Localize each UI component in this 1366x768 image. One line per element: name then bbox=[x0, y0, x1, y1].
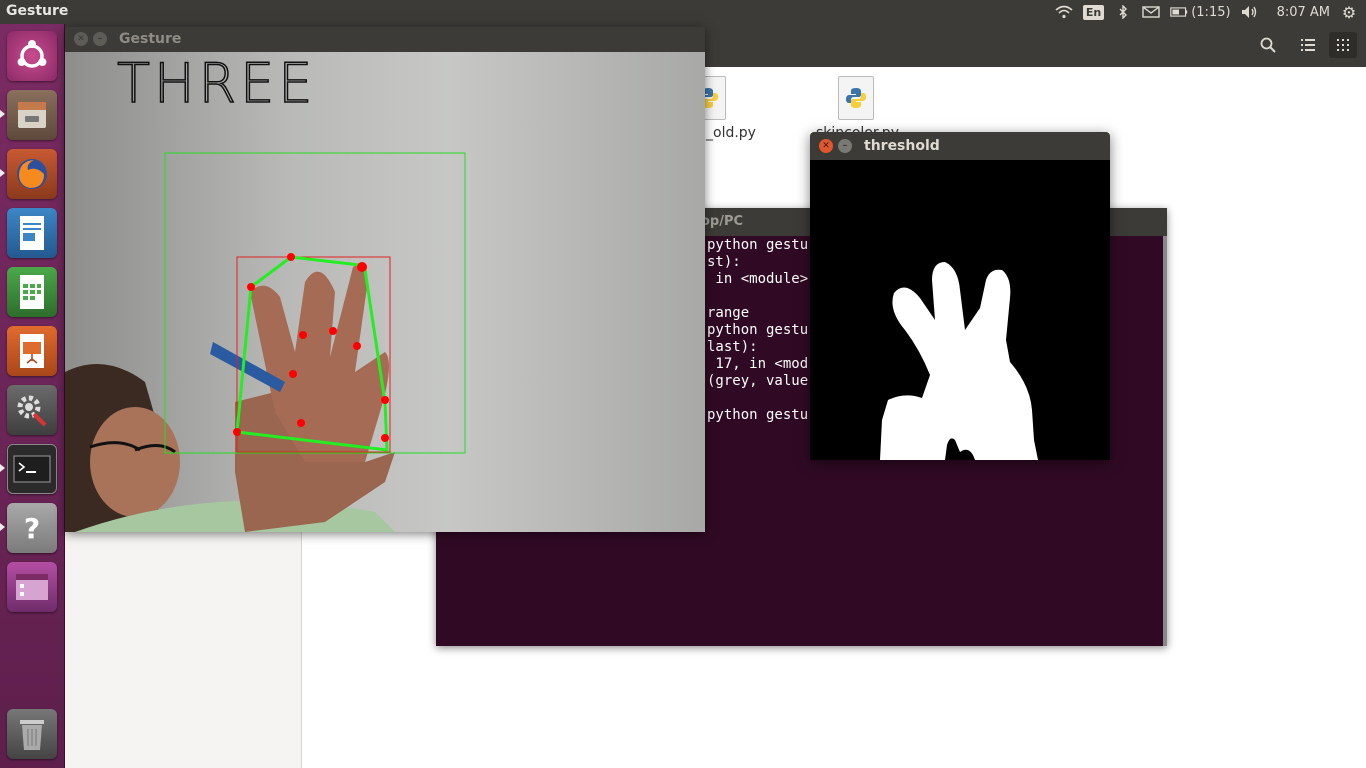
gesture-titlebar[interactable]: ✕ – Gesture bbox=[65, 27, 705, 52]
camera-frame-drawing: THREE bbox=[65, 52, 466, 532]
file-label[interactable]: _old.py bbox=[706, 125, 756, 141]
files-icon[interactable] bbox=[7, 90, 57, 140]
terminal-line: range bbox=[707, 305, 750, 321]
settings-gear-icon[interactable]: ⚙ bbox=[1340, 3, 1358, 22]
libreoffice-calc-icon[interactable] bbox=[7, 267, 57, 317]
threshold-mask bbox=[880, 262, 1038, 460]
terminal-line: in <module> bbox=[707, 271, 809, 287]
hull-point bbox=[381, 434, 389, 442]
hull-point bbox=[247, 283, 255, 291]
defect-point bbox=[289, 370, 297, 378]
close-button[interactable]: ✕ bbox=[74, 32, 88, 46]
defect-point bbox=[299, 331, 307, 339]
help-icon[interactable]: ? bbox=[7, 503, 57, 553]
system-tray: En (1:15) 8:07 AM ⚙ bbox=[1055, 0, 1358, 24]
top-panel: Gesture En (1:15) 8:07 AM ⚙ bbox=[0, 0, 1366, 24]
terminal-title: op/PC bbox=[701, 214, 744, 229]
hull-point bbox=[381, 396, 389, 404]
camera-feed: THREE bbox=[65, 52, 705, 532]
hull-point bbox=[357, 262, 367, 272]
active-app-title: Gesture bbox=[6, 3, 69, 19]
gesture-window[interactable]: ✕ – Gesture THREE bbox=[65, 27, 705, 532]
clock[interactable]: 8:07 AM bbox=[1277, 5, 1330, 20]
battery-indicator[interactable]: (1:15) bbox=[1170, 4, 1231, 20]
running-indicator bbox=[0, 523, 5, 531]
firefox-icon[interactable] bbox=[7, 149, 57, 199]
running-indicator bbox=[0, 464, 5, 472]
terminal-line: last): bbox=[707, 339, 758, 355]
unity-launcher: ? bbox=[0, 24, 65, 768]
battery-time: (1:15) bbox=[1191, 4, 1231, 20]
hull-point bbox=[287, 253, 295, 261]
minimize-button[interactable]: – bbox=[93, 32, 107, 46]
terminal-line: python gestu bbox=[707, 407, 809, 423]
terminal-line: st): bbox=[707, 254, 741, 270]
gesture-label: THREE bbox=[117, 52, 316, 115]
threshold-image bbox=[810, 160, 1110, 460]
system-settings-icon[interactable] bbox=[7, 385, 57, 435]
python-file-icon[interactable] bbox=[838, 76, 874, 120]
ubuntu-dash-icon[interactable] bbox=[7, 31, 57, 81]
close-button[interactable]: ✕ bbox=[819, 139, 833, 153]
window-title: Gesture bbox=[119, 31, 182, 47]
running-indicator bbox=[0, 110, 5, 118]
terminal-line: 17, in <mod bbox=[707, 356, 809, 372]
volume-icon[interactable] bbox=[1241, 5, 1259, 19]
search-icon[interactable] bbox=[1254, 32, 1282, 58]
minimize-button[interactable]: – bbox=[838, 139, 852, 153]
trash-icon[interactable] bbox=[7, 709, 57, 759]
window-title: threshold bbox=[864, 138, 940, 154]
wifi-icon[interactable] bbox=[1055, 5, 1073, 19]
libreoffice-writer-icon[interactable] bbox=[7, 208, 57, 258]
running-indicator bbox=[0, 169, 5, 177]
terminal-line: (grey, value bbox=[707, 373, 809, 389]
terminal-line: python gestu bbox=[707, 237, 809, 253]
mail-icon[interactable] bbox=[1142, 5, 1160, 19]
hull-point bbox=[233, 428, 241, 436]
defect-point bbox=[329, 327, 337, 335]
bluetooth-icon[interactable] bbox=[1114, 5, 1132, 19]
grid-view-icon[interactable] bbox=[1329, 32, 1357, 58]
threshold-titlebar[interactable]: ✕ – threshold bbox=[810, 132, 1110, 160]
question-mark-icon: ? bbox=[23, 511, 41, 545]
threshold-window[interactable]: ✕ – threshold bbox=[810, 132, 1110, 460]
keyboard-layout-indicator[interactable]: En bbox=[1082, 4, 1105, 20]
terminal-line: python gestu bbox=[707, 322, 809, 338]
terminal-icon[interactable] bbox=[7, 444, 57, 494]
terminal-scrollbar[interactable] bbox=[1163, 236, 1167, 646]
defect-point bbox=[297, 419, 305, 427]
defect-point bbox=[353, 342, 361, 350]
workspace-switcher-icon[interactable] bbox=[7, 562, 57, 612]
terminal-output[interactable]: python gestu st): in <module> range python… bbox=[707, 237, 808, 424]
list-view-icon[interactable] bbox=[1294, 32, 1322, 58]
libreoffice-impress-icon[interactable] bbox=[7, 326, 57, 376]
battery-icon bbox=[1170, 5, 1188, 19]
